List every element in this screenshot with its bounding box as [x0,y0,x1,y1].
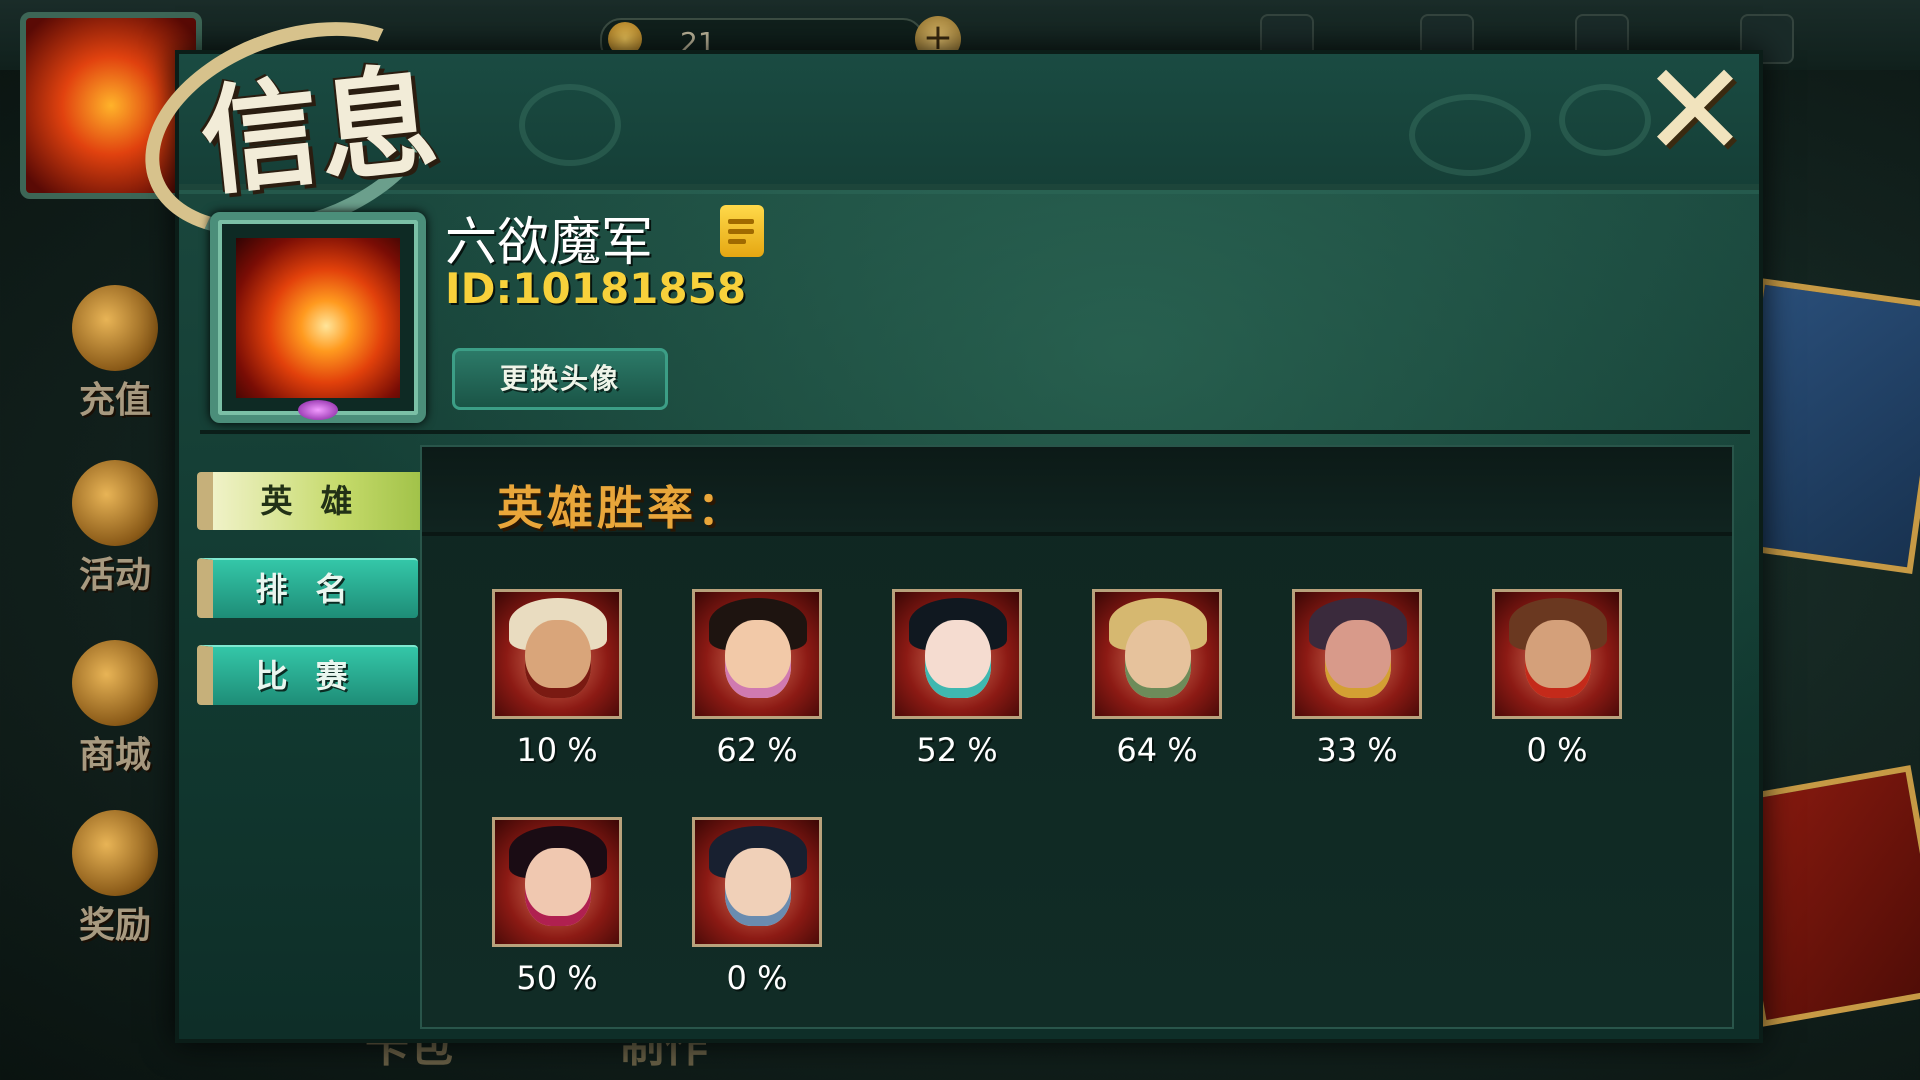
left-menu-recharge[interactable]: 充值 [50,285,180,423]
hero-portrait [1092,589,1222,719]
hero-face [1125,620,1191,698]
coins-icon [72,285,158,371]
section-header: 英雄胜率： [422,447,1732,536]
left-menu-label: 商城 [78,734,151,776]
hero-win-rate: 10 % [516,731,598,769]
hero-portrait [692,589,822,719]
edit-icon-line [728,219,754,224]
hero-card[interactable]: 0 % [692,817,822,997]
hero-card[interactable]: 50 % [492,817,622,997]
left-menu-label: 活动 [78,554,151,596]
hero-win-rate: 64 % [1116,731,1198,769]
edit-icon-line [728,239,746,244]
hero-face [1325,620,1391,698]
hero-card[interactable]: 0 % [1492,589,1622,769]
left-menu-label: 奖励 [78,904,151,946]
hero-win-rate: 52 % [916,731,998,769]
cloud-ornament [1559,84,1651,156]
panel-title: 信息 [194,48,444,212]
tab-match[interactable]: 比赛 [197,645,418,705]
hero-win-rate: 62 % [716,731,798,769]
cloud-ornament [1409,94,1531,176]
hero-win-rate: 0 % [1526,731,1588,769]
hero-portrait [892,589,1022,719]
hero-win-rate: 0 % [726,959,788,997]
hero-portrait [492,589,622,719]
gem-icon [298,400,338,420]
hero-win-rate: 50 % [516,959,598,997]
hero-card[interactable]: 10 % [492,589,622,769]
section-title: 英雄胜率： [497,481,747,535]
hero-portrait [1492,589,1622,719]
hero-face [725,848,791,926]
hero-portrait [692,817,822,947]
tab-ranking[interactable]: 排名 [197,558,418,618]
hero-card[interactable]: 62 % [692,589,822,769]
hero-face [525,620,591,698]
scroll-icon [72,460,158,546]
left-menu-rewards[interactable]: 奖励 [50,810,180,948]
hero-card[interactable]: 33 % [1292,589,1422,769]
player-avatar-frame [210,212,426,423]
hero-portrait [1292,589,1422,719]
hero-face [725,620,791,698]
player-avatar [236,238,400,398]
left-menu-shop[interactable]: 商城 [50,640,180,778]
hero-face [925,620,991,698]
section-divider [200,430,1750,434]
left-menu-activity[interactable]: 活动 [50,460,180,598]
left-menu-label: 充值 [78,379,151,421]
hero-face [1525,620,1591,698]
shop-icon [72,640,158,726]
hero-win-rate: 33 % [1316,731,1398,769]
tab-heroes[interactable]: 英雄 [197,472,458,530]
hero-card[interactable]: 52 % [892,589,1022,769]
close-button[interactable]: ✕ [1640,45,1750,175]
player-id: ID:10181858 [445,264,747,313]
hero-portrait [492,817,622,947]
edit-icon-line [728,229,754,234]
change-avatar-button[interactable]: 更换头像 [452,348,668,410]
hero-face [525,848,591,926]
hero-card[interactable]: 64 % [1092,589,1222,769]
cloud-ornament [519,84,621,166]
hero-winrate-panel: 英雄胜率： 10 % 62 % 52 % 64 % 33 % 0 % 50 % … [420,445,1734,1029]
edit-name-icon[interactable] [720,205,764,257]
title-badge: 信息 [115,0,520,275]
treasure-chest-icon [72,810,158,896]
